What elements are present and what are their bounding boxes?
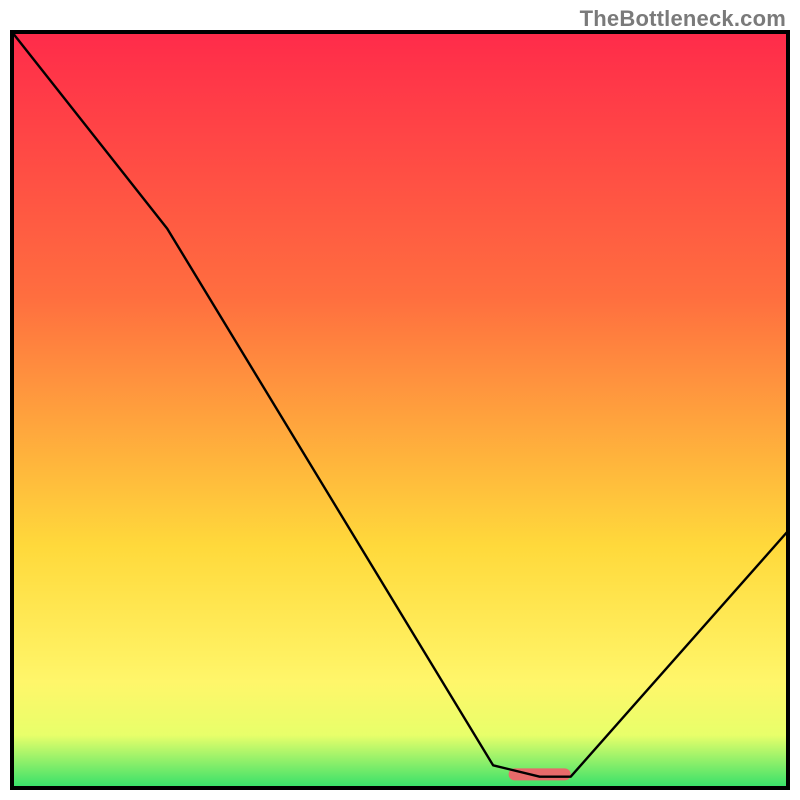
gradient-background bbox=[12, 32, 788, 788]
chart-frame bbox=[10, 30, 790, 790]
chart-svg bbox=[10, 30, 790, 790]
watermark-text: TheBottleneck.com bbox=[580, 6, 786, 32]
